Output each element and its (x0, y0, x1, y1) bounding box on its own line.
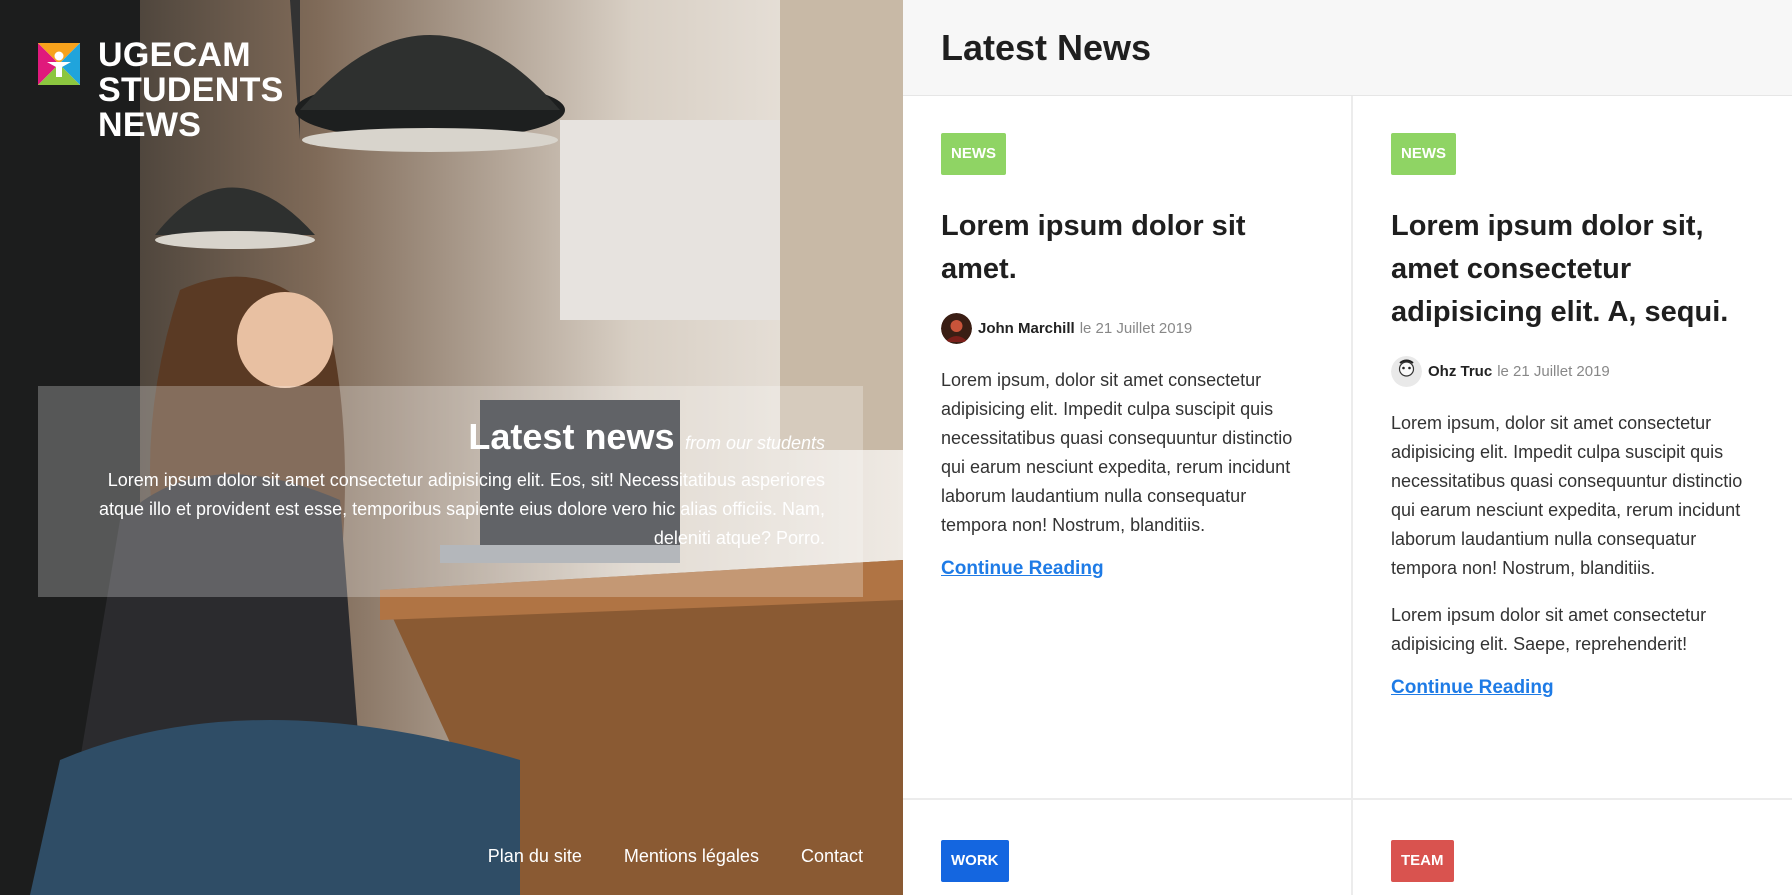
card-excerpt: Lorem ipsum dolor sit amet consectetur a… (1391, 605, 1707, 654)
category-badge[interactable]: NEWS (1391, 133, 1456, 175)
brand-name: UGECAM STUDENTS NEWS (98, 38, 284, 143)
hero-title: Latest news (468, 416, 675, 457)
card-excerpt: Lorem ipsum, dolor sit amet consectetur … (1391, 413, 1743, 578)
hero-section: UGECAM STUDENTS NEWS Latest news from ou… (0, 0, 903, 895)
brand-line-2: STUDENTS (98, 71, 284, 109)
footer-link-contact[interactable]: Contact (801, 846, 863, 867)
footer-link-legal[interactable]: Mentions légales (624, 846, 759, 867)
hero-subtitle: from our students (684, 433, 825, 453)
footer-nav: Plan du site Mentions légales Contact (488, 846, 863, 867)
news-card: NEWS Lorem ipsum dolor sit amet. John Ma… (941, 133, 1311, 580)
author-avatar (1391, 356, 1422, 387)
card-title[interactable]: Lorem ipsum dolor sit amet. (941, 205, 1311, 291)
news-panel: Latest News NEWS Lorem ipsum dolor sit a… (903, 0, 1792, 895)
brand-logo[interactable]: UGECAM STUDENTS NEWS (38, 38, 284, 143)
news-card: WORK (941, 840, 1009, 882)
author-avatar (941, 313, 972, 344)
author-name[interactable]: Ohz Truc (1428, 363, 1492, 380)
category-badge[interactable]: TEAM (1391, 840, 1454, 882)
news-card: NEWS Lorem ipsum dolor sit, amet consect… (1391, 133, 1761, 699)
news-card: TEAM (1391, 840, 1454, 882)
card-meta: John Marchill le 21 Juillet 2019 (941, 313, 1311, 344)
hero-intro-box: Latest news from our students Lorem ipsu… (38, 386, 863, 597)
column-divider (1351, 96, 1353, 895)
panel-title: Latest News (941, 27, 1152, 68)
continue-reading-link[interactable]: Continue Reading (941, 558, 1104, 580)
panel-header: Latest News (903, 0, 1792, 96)
card-meta: Ohz Truc le 21 Juillet 2019 (1391, 356, 1761, 387)
card-title[interactable]: Lorem ipsum dolor sit, amet consectetur … (1391, 205, 1761, 334)
author-name[interactable]: John Marchill (978, 320, 1075, 337)
footer-link-sitemap[interactable]: Plan du site (488, 846, 582, 867)
post-date: le 21 Juillet 2019 (1079, 320, 1193, 337)
row-divider (903, 798, 1792, 800)
category-badge[interactable]: WORK (941, 840, 1009, 882)
continue-reading-link[interactable]: Continue Reading (1391, 677, 1554, 699)
card-excerpt: Lorem ipsum, dolor sit amet consectetur … (941, 370, 1293, 535)
brand-line-1: UGECAM (98, 36, 251, 74)
post-date: le 21 Juillet 2019 (1497, 363, 1610, 380)
brand-line-3: NEWS (98, 106, 202, 144)
category-badge[interactable]: NEWS (941, 133, 1006, 175)
hero-description: Lorem ipsum dolor sit amet consectetur a… (98, 470, 825, 548)
logo-icon (38, 43, 80, 85)
